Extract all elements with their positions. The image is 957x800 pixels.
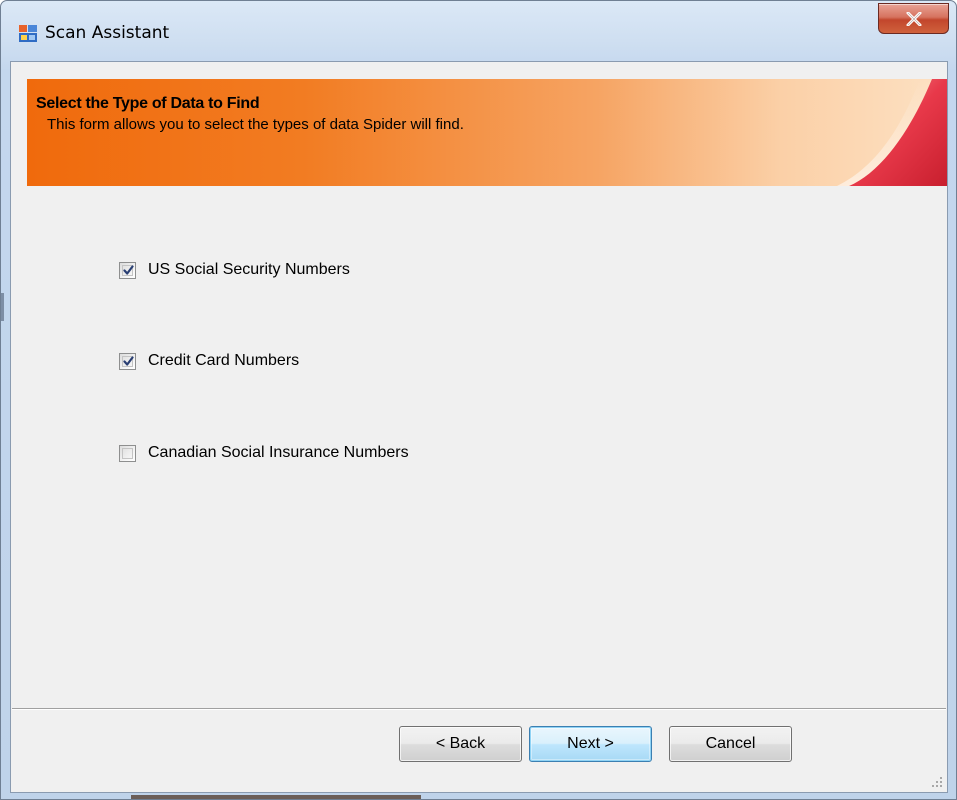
option-us-ssn[interactable]: US Social Security Numbers: [119, 260, 350, 280]
checkmark-icon: [123, 355, 134, 366]
option-canadian-sin[interactable]: Canadian Social Insurance Numbers: [119, 443, 409, 463]
checkbox-canadian-sin[interactable]: [119, 444, 136, 462]
window-bottom-accent: [131, 795, 421, 799]
close-button[interactable]: [878, 3, 949, 34]
resize-grip-icon[interactable]: [931, 776, 943, 788]
window-edge-mark: [1, 293, 4, 321]
window-title: Scan Assistant: [45, 23, 170, 43]
checkbox-us-ssn[interactable]: [119, 261, 136, 279]
option-credit-card[interactable]: Credit Card Numbers: [119, 351, 299, 371]
header-banner: Select the Type of Data to Find This for…: [27, 79, 947, 186]
button-area-divider: [12, 708, 946, 710]
checkbox-credit-card[interactable]: [119, 352, 136, 370]
option-label-us-ssn: US Social Security Numbers: [148, 261, 350, 278]
option-label-credit-card: Credit Card Numbers: [148, 352, 300, 369]
back-button[interactable]: < Back: [399, 726, 522, 762]
next-button[interactable]: Next >: [529, 726, 652, 762]
banner-subtitle: This form allows you to select the types…: [47, 116, 464, 133]
option-label-canadian-sin: Canadian Social Insurance Numbers: [148, 444, 409, 461]
checkmark-icon: [123, 264, 134, 275]
dialog-client-area: Select the Type of Data to Find This for…: [10, 61, 948, 793]
title-bar[interactable]: Scan Assistant: [1, 1, 956, 61]
close-icon: [906, 11, 921, 26]
banner-title: Select the Type of Data to Find: [36, 95, 260, 112]
scan-assistant-window: Scan Assistant Select the Type of Data t…: [0, 0, 957, 800]
app-icon: [19, 25, 37, 42]
cancel-button[interactable]: Cancel: [669, 726, 792, 762]
